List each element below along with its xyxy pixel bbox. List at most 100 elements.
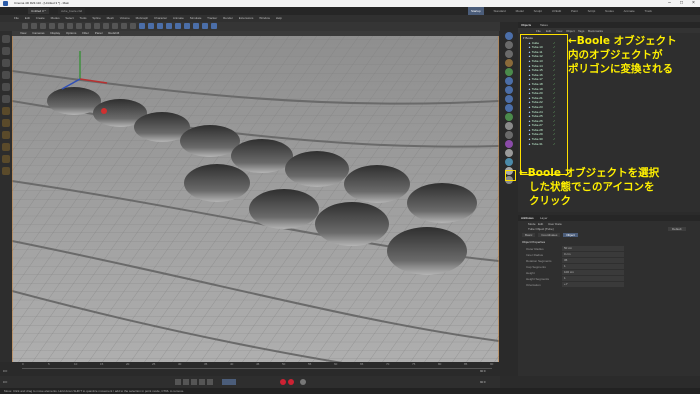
subtab-coordinates[interactable]: Coordinates — [538, 233, 561, 237]
previous-frame-icon[interactable] — [183, 379, 189, 385]
torus-icon[interactable] — [505, 104, 513, 112]
layout-startup[interactable]: Startup — [468, 7, 484, 15]
camera-icon[interactable] — [193, 23, 199, 29]
viewport[interactable]: View Cameras Display Options Filter Pane… — [12, 31, 499, 376]
floor-icon[interactable] — [184, 23, 190, 29]
figure-icon[interactable] — [505, 122, 513, 130]
layout-standard[interactable]: Standard — [494, 7, 506, 15]
model-mode-icon[interactable] — [2, 71, 10, 79]
attr-menu-mode[interactable]: Mode — [528, 222, 536, 226]
cube-icon[interactable] — [139, 23, 145, 29]
attr-field-input[interactable]: 50 cm — [562, 246, 624, 251]
menu-extensions[interactable]: Extensions — [239, 16, 254, 20]
checkmark-icon[interactable]: ✓ — [553, 64, 556, 68]
checkmark-icon[interactable]: ✓ — [553, 142, 556, 146]
menu-window[interactable]: Window — [259, 16, 270, 20]
layout-uvedit[interactable]: UVEdit — [552, 7, 561, 15]
checkmark-icon[interactable]: ✓ — [553, 105, 556, 109]
obj-menu-view[interactable]: View — [556, 29, 562, 33]
menu-edit[interactable]: Edit — [25, 16, 30, 20]
go-to-start-icon[interactable] — [175, 379, 181, 385]
cylinder-icon[interactable] — [505, 86, 513, 94]
undo-icon[interactable] — [22, 23, 28, 29]
checkmark-icon[interactable]: ✓ — [553, 91, 556, 95]
live-select-icon[interactable] — [40, 23, 46, 29]
checkmark-icon[interactable]: ✓ — [553, 54, 556, 58]
menu-spline[interactable]: Spline — [92, 16, 100, 20]
checkmark-icon[interactable]: ✓ — [553, 45, 556, 49]
menu-animate[interactable]: Animate — [173, 16, 184, 20]
menu-volume[interactable]: Volume — [120, 16, 130, 20]
attr-field-input[interactable]: 1 — [562, 264, 624, 269]
play-icon[interactable] — [191, 379, 197, 385]
layout-nodes[interactable]: Nodes — [605, 7, 614, 15]
checkmark-icon[interactable]: ✓ — [553, 119, 556, 123]
checkmark-icon[interactable]: ✓ — [553, 82, 556, 86]
obj-menu-file[interactable]: File — [536, 29, 541, 33]
boole-icon[interactable] — [175, 23, 181, 29]
layout-model[interactable]: Model — [516, 7, 524, 15]
minimize-icon[interactable]: – — [664, 0, 675, 7]
checkmark-icon[interactable]: ✓ — [553, 110, 556, 114]
attr-menu-edit[interactable]: Edit — [538, 222, 543, 226]
polygons-mode-icon[interactable] — [2, 59, 10, 67]
checkmark-icon[interactable]: ✓ — [553, 132, 556, 136]
checkmark-icon[interactable]: ✓ — [553, 100, 556, 104]
viewport-menu-redshift[interactable]: Redshift — [108, 31, 119, 35]
coordinate-icon[interactable] — [103, 23, 109, 29]
texture-mode-icon[interactable] — [2, 83, 10, 91]
next-frame-icon[interactable] — [199, 379, 205, 385]
redo-icon[interactable] — [31, 23, 37, 29]
content-browser-icon[interactable] — [505, 41, 513, 49]
axis-mode-icon[interactable] — [2, 95, 10, 103]
checkmark-icon[interactable]: ✓ — [553, 68, 556, 72]
checkmark-icon[interactable]: ✓ — [553, 128, 556, 132]
tab-layer[interactable]: Layer — [540, 216, 548, 220]
layout-script[interactable]: Script — [588, 7, 596, 15]
landscape-icon[interactable] — [505, 113, 513, 121]
menu-simulate[interactable]: Simulate — [190, 16, 202, 20]
subtab-object[interactable]: Object — [563, 233, 578, 237]
menu-render[interactable]: Render — [223, 16, 233, 20]
globe-icon[interactable] — [505, 158, 513, 166]
solo-icon[interactable] — [2, 143, 10, 151]
end-frame[interactable]: 90 F — [480, 380, 486, 384]
close-icon[interactable]: × — [688, 0, 699, 7]
timeline-current-frame[interactable]: 0 F — [3, 369, 7, 373]
points-mode-icon[interactable] — [2, 35, 10, 43]
checkmark-icon[interactable]: ✓ — [553, 96, 556, 100]
autokey-icon[interactable] — [288, 379, 294, 385]
menu-tracker[interactable]: Tracker — [207, 16, 217, 20]
menu-character[interactable]: Character — [154, 16, 167, 20]
render-picture-icon[interactable] — [121, 23, 127, 29]
attr-field-input[interactable]: 0 cm — [562, 252, 624, 257]
checkmark-icon[interactable]: ✓ — [553, 114, 556, 118]
obj-menu-edit[interactable]: Edit — [546, 29, 551, 33]
attr-mode-dropdown[interactable]: Default — [668, 227, 686, 231]
object-tab-icon[interactable] — [505, 32, 513, 40]
move-icon[interactable] — [49, 23, 55, 29]
render-settings-icon[interactable] — [130, 23, 136, 29]
obj-menu-tags[interactable]: Tags — [578, 29, 584, 33]
layout-sculpt[interactable]: Sculpt — [534, 7, 542, 15]
pen-icon[interactable] — [148, 23, 154, 29]
keyframe-icon[interactable] — [300, 379, 306, 385]
attr-field-input[interactable]: 100 cm — [562, 270, 624, 275]
loop-toggle[interactable] — [222, 379, 236, 385]
tab-cube-boole[interactable]: cube_boole.c4d — [58, 8, 86, 14]
attr-field-input[interactable]: 1 — [562, 276, 624, 281]
obj-menu-object[interactable]: Object — [566, 29, 575, 33]
tab-objects[interactable]: Objects — [521, 23, 531, 27]
y-axis-icon[interactable] — [85, 23, 91, 29]
layout-paint[interactable]: Paint — [571, 7, 578, 15]
checkmark-icon[interactable]: ✓ — [553, 123, 556, 127]
viewport-menu-panel[interactable]: Panel — [95, 31, 103, 35]
checkmark-icon[interactable]: ✓ — [553, 73, 556, 77]
attr-field-input[interactable]: +Y — [562, 282, 624, 287]
menu-help[interactable]: Help — [276, 16, 282, 20]
viewport-menu-options[interactable]: Options — [66, 31, 76, 35]
checkmark-icon[interactable]: ✓ — [553, 50, 556, 54]
layout-track[interactable]: Track — [645, 7, 652, 15]
checkmark-icon[interactable]: ✓ — [553, 87, 556, 91]
x-axis-icon[interactable] — [76, 23, 82, 29]
